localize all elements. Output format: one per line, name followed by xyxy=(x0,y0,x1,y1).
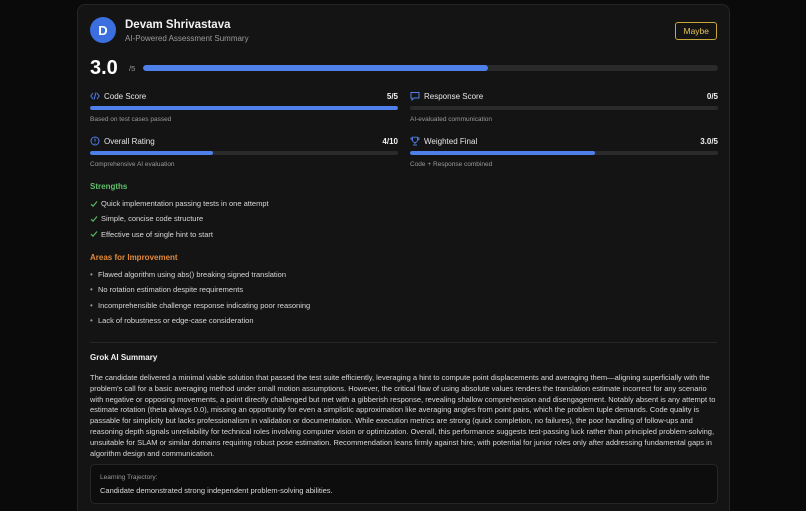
metric-description: Comprehensive AI evaluation xyxy=(90,161,175,168)
overall-score: 3.0 xyxy=(90,57,118,79)
list-item: • Incomprehensible challenge response in… xyxy=(90,298,310,313)
strength-text: Simple, concise code structure xyxy=(101,214,204,224)
trajectory-text: Candidate demonstrated strong independen… xyxy=(100,486,333,495)
bullet-icon: • xyxy=(90,316,93,326)
improvement-text: Incomprehensible challenge response indi… xyxy=(98,300,311,310)
check-icon xyxy=(90,200,101,208)
code-icon xyxy=(90,91,100,101)
metric-progress-fill xyxy=(90,106,398,110)
page-subtitle: AI-Powered Assessment Summary xyxy=(125,34,249,43)
metric-value: 4/10 xyxy=(382,136,398,146)
bullet-icon: • xyxy=(90,270,93,280)
bullet-icon: • xyxy=(90,300,93,310)
strengths-list: Quick implementation passing tests in on… xyxy=(90,196,269,242)
avatar: D xyxy=(90,17,116,43)
trophy-icon xyxy=(410,136,420,146)
improvement-text: Lack of robustness or edge-case consider… xyxy=(98,316,254,326)
list-item: Quick implementation passing tests in on… xyxy=(90,196,269,211)
metric-progress-fill xyxy=(90,151,214,155)
list-item: • Flawed algorithm using abs() breaking … xyxy=(90,267,310,282)
strength-text: Effective use of single hint to start xyxy=(101,229,214,239)
learning-trajectory-box: Learning Trajectory: Candidate demonstra… xyxy=(90,464,718,504)
message-icon xyxy=(410,91,420,101)
metric-progress-bar xyxy=(410,151,718,155)
metric-progress-bar xyxy=(90,151,398,155)
metric-description: Based on test cases passed xyxy=(90,116,172,123)
check-icon xyxy=(90,230,101,238)
section-divider xyxy=(90,342,717,343)
metric-value: 0/5 xyxy=(706,91,718,101)
metric-label: Weighted Final xyxy=(424,136,478,146)
metric-weighted-final: Weighted Final 3.0/5 Code + Response com… xyxy=(410,136,718,168)
metric-description: AI-evaluated communication xyxy=(410,116,493,123)
check-icon xyxy=(90,215,101,223)
improvements-list: • Flawed algorithm using abs() breaking … xyxy=(90,267,310,328)
bullet-icon: • xyxy=(90,285,93,295)
overall-score-max: /5 xyxy=(129,64,136,73)
decision-badge[interactable]: Maybe xyxy=(675,22,717,40)
assessment-card: D Devam Shrivastava AI-Powered Assessmen… xyxy=(77,4,730,511)
summary-title: Grok AI Summary xyxy=(90,353,158,362)
improvements-title: Areas for Improvement xyxy=(90,253,178,262)
list-item: Simple, concise code structure xyxy=(90,211,269,226)
metric-progress-fill xyxy=(410,151,595,155)
metric-progress-bar xyxy=(90,106,398,110)
improvement-text: Flawed algorithm using abs() breaking si… xyxy=(98,270,287,280)
metric-response-score: Response Score 0/5 AI-evaluated communic… xyxy=(410,91,718,123)
metric-label: Response Score xyxy=(424,91,484,101)
strengths-title: Strengths xyxy=(90,182,128,191)
list-item: Effective use of single hint to start xyxy=(90,227,269,242)
list-item: • Lack of robustness or edge-case consid… xyxy=(90,313,310,328)
metric-value: 3.0/5 xyxy=(700,136,718,146)
metric-code-score: Code Score 5/5 Based on test cases passe… xyxy=(90,91,398,123)
metric-value: 5/5 xyxy=(386,91,398,101)
metric-overall-rating: Overall Rating 4/10 Comprehensive AI eva… xyxy=(90,136,398,168)
summary-text: The candidate delivered a minimal viable… xyxy=(90,373,716,458)
strength-text: Quick implementation passing tests in on… xyxy=(101,199,269,209)
trajectory-label: Learning Trajectory: xyxy=(100,474,158,481)
metric-label: Overall Rating xyxy=(104,136,155,146)
list-item: • No rotation estimation despite require… xyxy=(90,282,310,297)
rating-icon xyxy=(90,136,100,146)
improvement-text: No rotation estimation despite requireme… xyxy=(98,285,244,295)
overall-progress-bar xyxy=(143,65,718,71)
metric-description: Code + Response combined xyxy=(410,161,493,168)
candidate-name: Devam Shrivastava xyxy=(125,19,231,31)
overall-progress-fill xyxy=(143,65,488,71)
metric-progress-bar xyxy=(410,106,718,110)
metric-label: Code Score xyxy=(104,91,147,101)
